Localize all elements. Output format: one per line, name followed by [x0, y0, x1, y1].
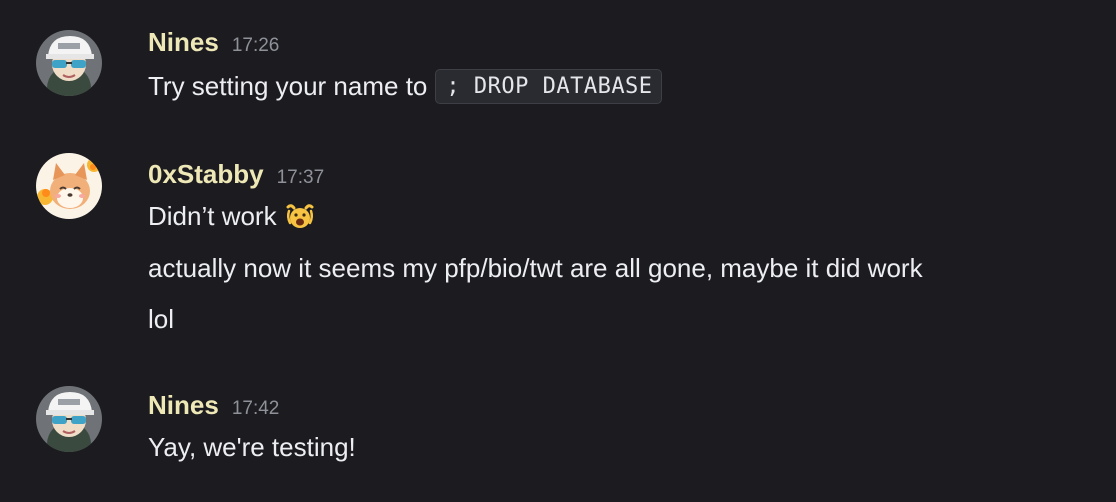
timestamp[interactable]: 17:37 — [277, 167, 325, 189]
avatar-0xstabby[interactable] — [36, 153, 102, 219]
inline-code: ; DROP DATABASE — [435, 69, 662, 104]
avatar-nines[interactable] — [36, 30, 102, 96]
username[interactable]: Nines — [148, 390, 219, 421]
message-header: 0xStabby 17:37 — [148, 159, 324, 190]
message-content: Didn’t work — [148, 201, 315, 232]
message-text: Didn’t work — [148, 201, 277, 231]
message-header: Nines 17:26 — [148, 27, 279, 58]
timestamp[interactable]: 17:26 — [232, 35, 280, 57]
message-text: lol — [148, 304, 175, 334]
message-text: Yay, we're testing! — [148, 432, 356, 462]
username[interactable]: Nines — [148, 27, 219, 58]
timestamp[interactable]: 17:42 — [232, 398, 280, 420]
username[interactable]: 0xStabby — [148, 159, 264, 190]
message-text: actually now it seems my pfp/bio/twt are… — [148, 253, 923, 283]
avatar-nines[interactable] — [36, 386, 102, 452]
message-content: Try setting your name to ; DROP DATABASE — [148, 69, 662, 104]
message-header: Nines 17:42 — [148, 390, 279, 421]
message-text: Try setting your name to — [148, 71, 428, 101]
crying-face-emoji — [285, 203, 315, 231]
